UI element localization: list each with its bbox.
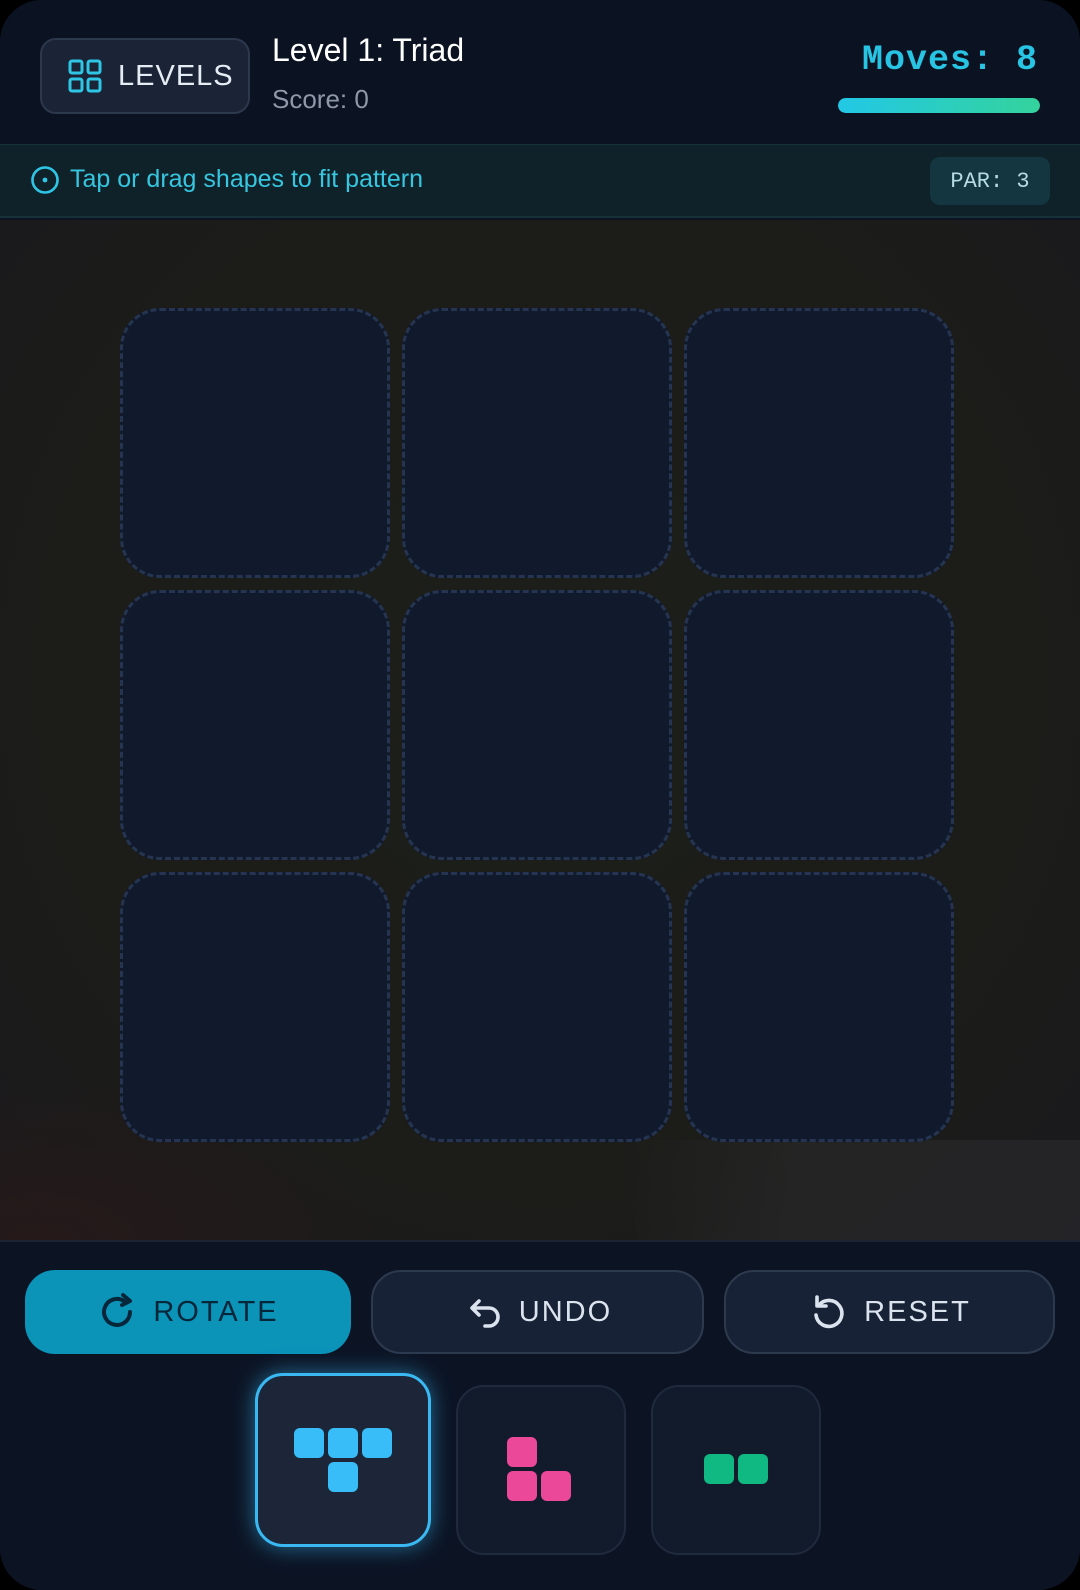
undo-icon <box>469 1299 500 1328</box>
board-cell[interactable] <box>402 872 672 1142</box>
piece-block <box>328 1428 358 1458</box>
piece-t-shape[interactable] <box>255 1373 431 1547</box>
board-cell[interactable] <box>120 872 390 1142</box>
header: LEVELS Level 1: Triad Score: 0 Moves: 8 <box>0 0 1080 144</box>
board-background-shadow <box>620 1140 1080 1240</box>
score-text: Score: 0 <box>272 84 369 114</box>
undo-button-label: UNDO <box>518 1295 613 1328</box>
board-cell[interactable] <box>684 308 954 578</box>
game-board <box>0 220 1080 1240</box>
par-badge: PAR: 3 <box>930 157 1050 205</box>
moves-counter: Moves: 8 <box>861 40 1038 80</box>
board-cell[interactable] <box>402 308 672 578</box>
reset-button-label: RESET <box>864 1295 971 1328</box>
level-title: Level 1: Triad <box>272 32 465 68</box>
moves-progress-fill <box>838 98 1040 113</box>
piece-block <box>294 1428 324 1458</box>
reset-button[interactable]: RESET <box>724 1270 1055 1354</box>
piece-tray <box>0 1360 1080 1590</box>
piece-block <box>362 1428 392 1458</box>
piece-block <box>507 1437 537 1467</box>
board-cell[interactable] <box>402 590 672 860</box>
piece-block <box>507 1471 537 1501</box>
game-app: LEVELS Level 1: Triad Score: 0 Moves: 8 … <box>0 0 1080 1590</box>
rotate-button-label: ROTATE <box>153 1295 279 1328</box>
piece-block <box>328 1462 358 1492</box>
piece-block <box>541 1471 571 1501</box>
board-cell[interactable] <box>120 308 390 578</box>
levels-button-label: LEVELS <box>118 59 234 92</box>
reset-icon <box>814 1295 844 1329</box>
action-bar: ROTATE UNDO RESET <box>0 1240 1080 1360</box>
rotate-button[interactable]: ROTATE <box>25 1270 351 1354</box>
board-cell[interactable] <box>120 590 390 860</box>
piece-l-shape[interactable] <box>456 1385 626 1555</box>
hint-text: Tap or drag shapes to fit pattern <box>70 165 423 193</box>
levels-button[interactable]: LEVELS <box>40 38 250 114</box>
piece-block <box>704 1454 734 1484</box>
board-cell[interactable] <box>684 590 954 860</box>
grid-icon <box>68 59 102 93</box>
moves-progress-bar <box>838 98 1040 113</box>
piece-block <box>738 1454 768 1484</box>
board-cell[interactable] <box>684 872 954 1142</box>
rotate-clockwise-icon <box>102 1293 133 1327</box>
piece-domino[interactable] <box>651 1385 821 1555</box>
hint-bar: Tap or drag shapes to fit pattern PAR: 3 <box>0 144 1080 218</box>
undo-button[interactable]: UNDO <box>371 1270 704 1354</box>
info-icon <box>31 166 59 194</box>
